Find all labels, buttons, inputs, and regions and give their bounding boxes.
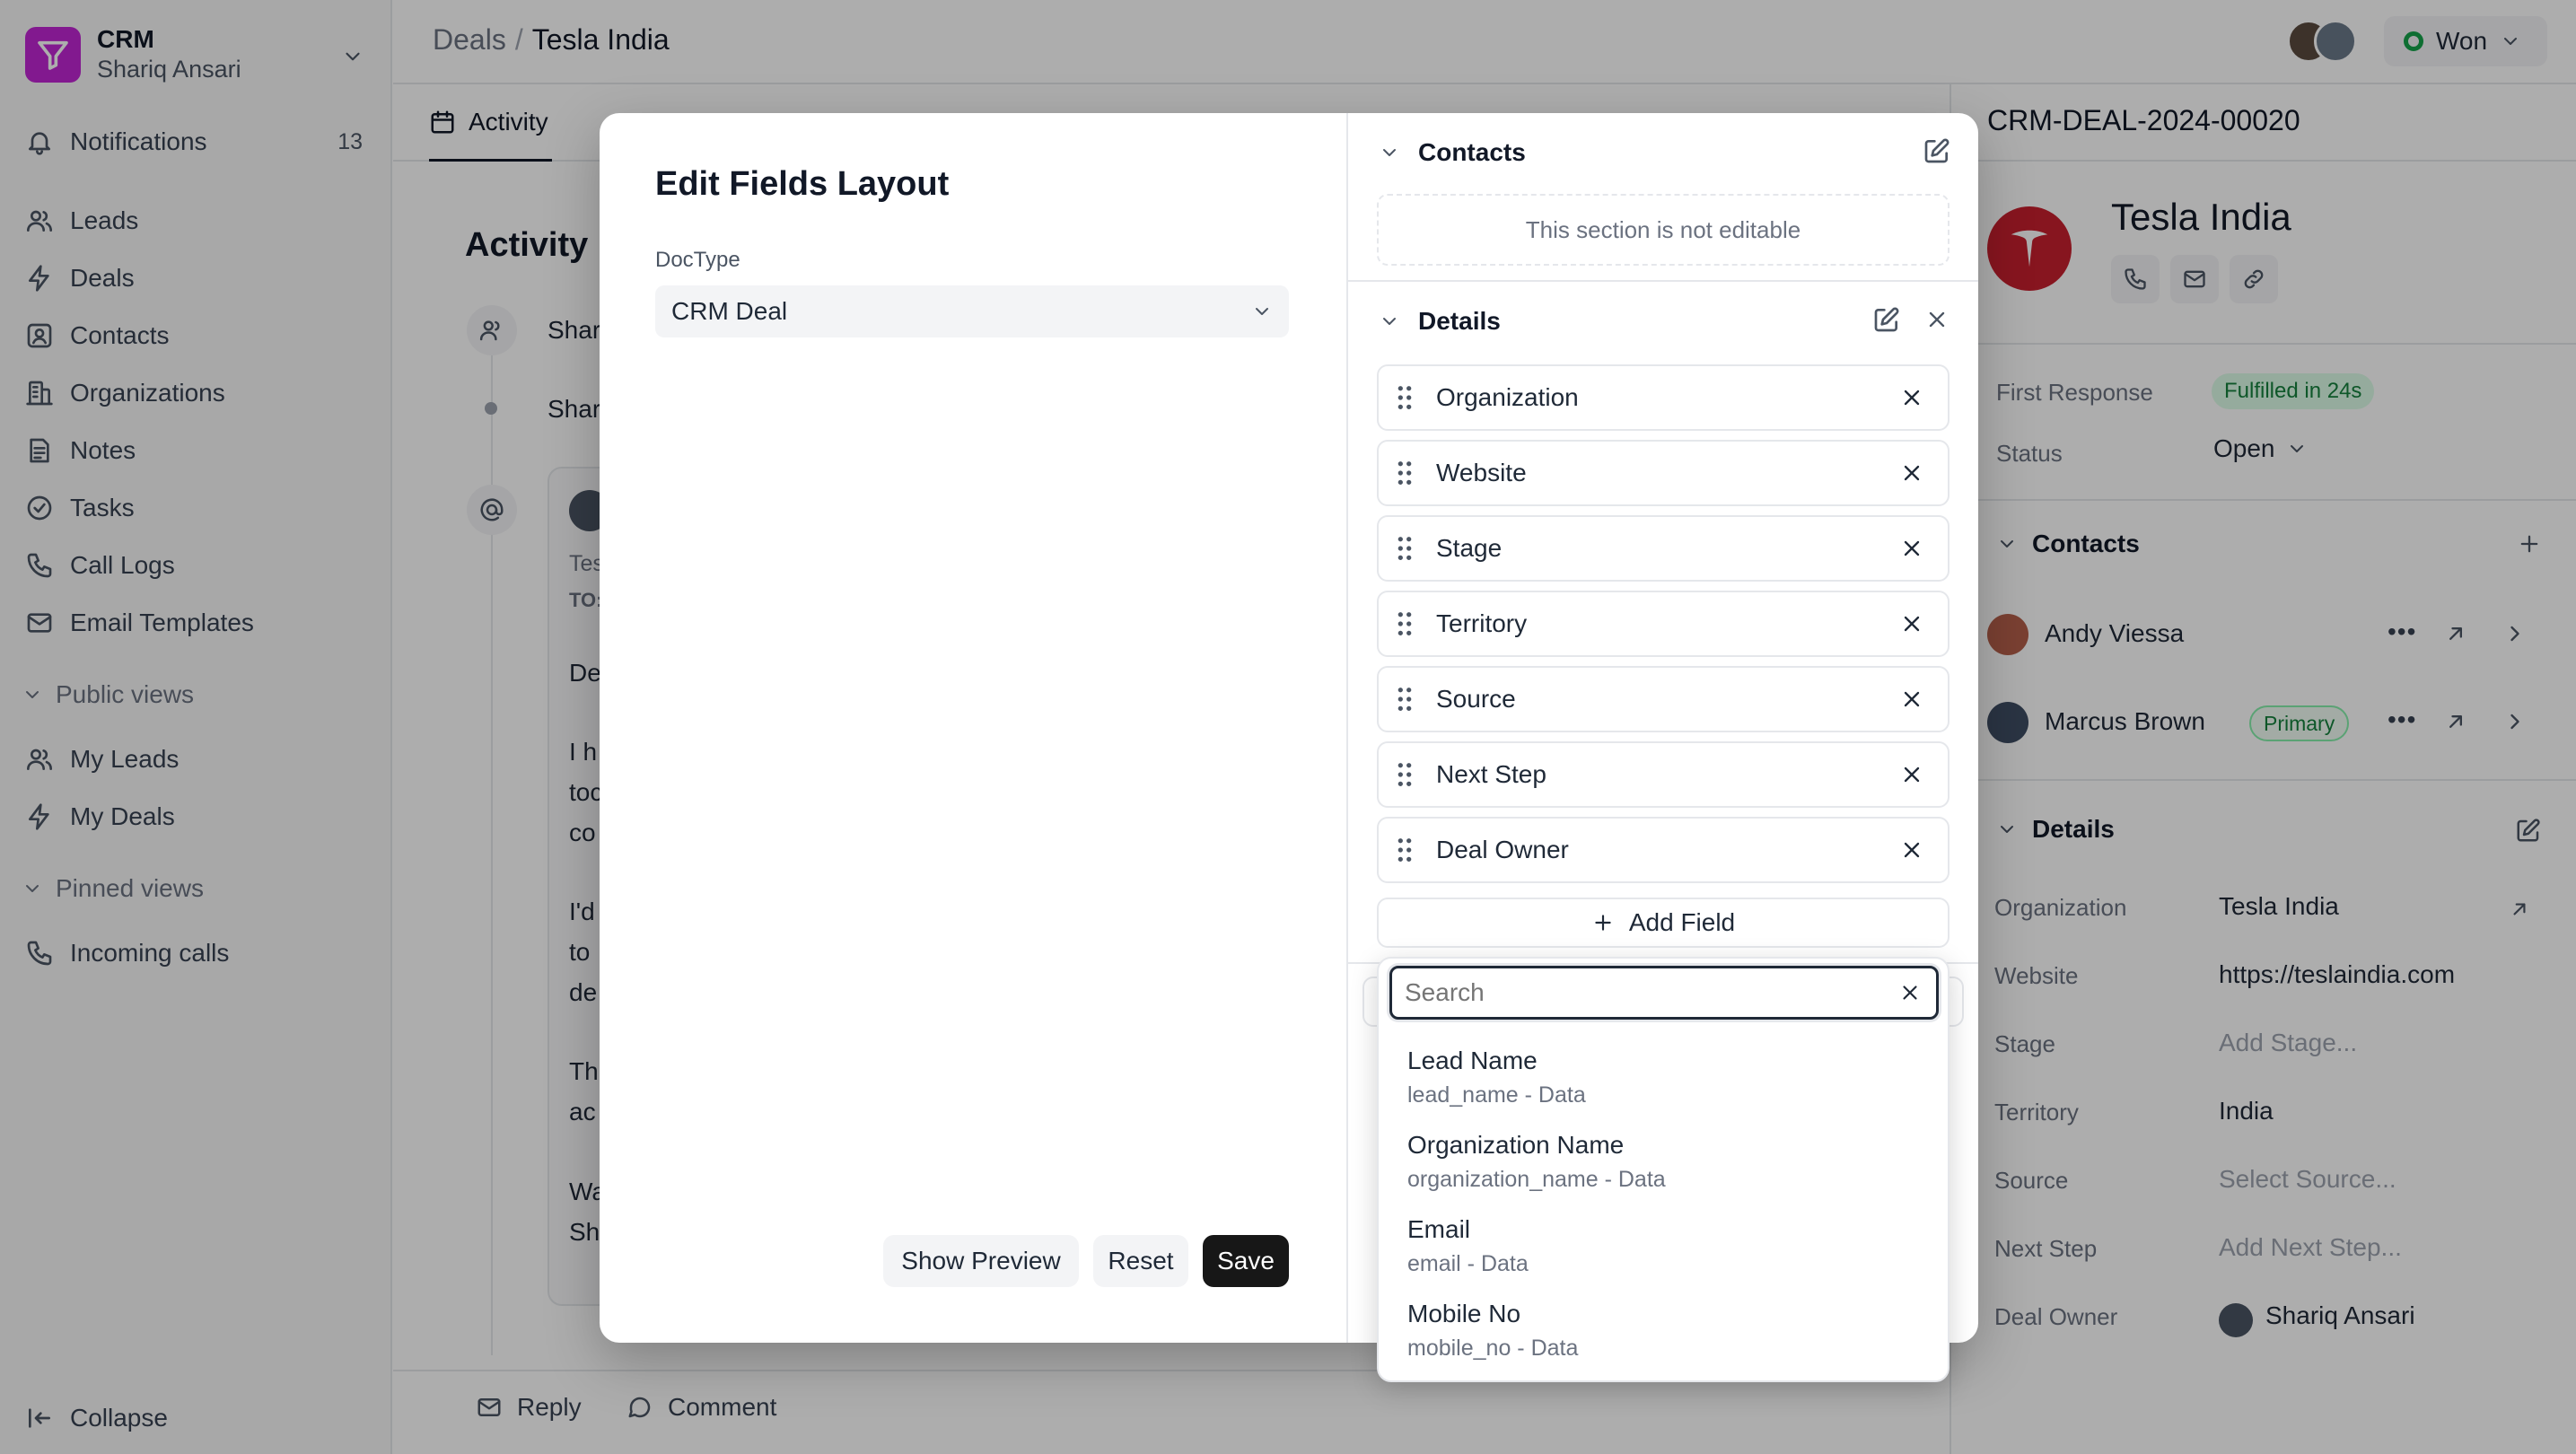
clear-search-icon[interactable] xyxy=(1898,981,1922,1004)
field-label: Next Step xyxy=(1436,760,1546,788)
field-row-next-step[interactable]: Next Step xyxy=(1377,741,1950,808)
field-option[interactable]: Organization Name organization_name - Da… xyxy=(1379,1124,1948,1204)
doctype-label: DocType xyxy=(655,248,740,272)
remove-field-icon[interactable] xyxy=(1899,762,1924,787)
field-label: Organization xyxy=(1436,383,1579,411)
add-field-label: Add Field xyxy=(1628,908,1736,936)
remove-field-icon[interactable] xyxy=(1899,611,1924,636)
drag-handle-icon[interactable] xyxy=(1395,686,1415,713)
not-editable-note: This section is not editable xyxy=(1377,194,1950,266)
field-row-stage[interactable]: Stage xyxy=(1377,515,1950,582)
drag-handle-icon[interactable] xyxy=(1395,610,1415,637)
field-label: Territory xyxy=(1436,609,1528,637)
option-label: Lead Name xyxy=(1407,1047,1538,1074)
option-meta: mobile_no - Data xyxy=(1407,1336,1579,1361)
modal-title: Edit Fields Layout xyxy=(655,165,950,203)
option-meta: organization_name - Data xyxy=(1407,1167,1666,1192)
section-divider xyxy=(1348,280,1978,282)
reset-button[interactable]: Reset xyxy=(1093,1235,1188,1287)
doctype-select[interactable]: CRM Deal xyxy=(655,285,1289,337)
field-search-input[interactable] xyxy=(1405,978,1898,1007)
option-meta: lead_name - Data xyxy=(1407,1082,1586,1108)
field-option[interactable]: Lead Name lead_name - Data xyxy=(1379,1039,1948,1120)
details-section-toggle[interactable]: Details xyxy=(1379,307,1501,336)
add-field-button[interactable]: Add Field xyxy=(1377,898,1950,948)
show-preview-button[interactable]: Show Preview xyxy=(883,1235,1079,1287)
field-row-website[interactable]: Website xyxy=(1377,440,1950,506)
remove-field-icon[interactable] xyxy=(1899,385,1924,410)
edit-icon[interactable] xyxy=(1923,136,1951,165)
chevron-down-icon xyxy=(1383,149,1396,156)
plus-icon xyxy=(1595,915,1611,931)
chevron-down-icon xyxy=(1383,318,1396,325)
field-search-box[interactable] xyxy=(1389,966,1939,1020)
field-row-deal-owner[interactable]: Deal Owner xyxy=(1377,817,1950,883)
option-label: Organization Name xyxy=(1407,1131,1625,1159)
option-meta: email - Data xyxy=(1407,1251,1529,1276)
doctype-value: CRM Deal xyxy=(671,297,788,325)
drag-handle-icon[interactable] xyxy=(1395,460,1415,486)
save-button[interactable]: Save xyxy=(1203,1235,1289,1287)
field-row-territory[interactable]: Territory xyxy=(1377,591,1950,657)
field-row-source[interactable]: Source xyxy=(1377,666,1950,732)
field-row-organization[interactable]: Organization xyxy=(1377,364,1950,431)
details-section-title: Details xyxy=(1418,307,1501,335)
contacts-section-toggle[interactable]: Contacts xyxy=(1379,138,1526,167)
drag-handle-icon[interactable] xyxy=(1395,836,1415,863)
remove-field-icon[interactable] xyxy=(1899,460,1924,486)
field-option[interactable]: Mobile No mobile_no - Data xyxy=(1379,1292,1948,1373)
chevron-down-icon xyxy=(1256,308,1268,315)
edit-icon[interactable] xyxy=(1872,305,1901,334)
field-label: Stage xyxy=(1436,534,1503,562)
remove-field-icon[interactable] xyxy=(1899,536,1924,561)
field-label: Website xyxy=(1436,459,1527,486)
field-picker-dropdown: Lead Name lead_name - Data Organization … xyxy=(1377,957,1950,1382)
contacts-section-title: Contacts xyxy=(1418,138,1526,166)
remove-field-icon[interactable] xyxy=(1899,687,1924,712)
drag-handle-icon[interactable] xyxy=(1395,535,1415,562)
modal-settings-pane: Edit Fields Layout DocType CRM Deal Show… xyxy=(600,113,1346,1343)
field-option[interactable]: Email email - Data xyxy=(1379,1208,1948,1289)
close-icon[interactable] xyxy=(1924,307,1950,332)
option-label: Email xyxy=(1407,1215,1471,1243)
field-label: Source xyxy=(1436,685,1516,713)
drag-handle-icon[interactable] xyxy=(1395,384,1415,411)
field-label: Deal Owner xyxy=(1436,836,1569,863)
remove-field-icon[interactable] xyxy=(1899,837,1924,863)
option-label: Mobile No xyxy=(1407,1300,1521,1327)
drag-handle-icon[interactable] xyxy=(1395,761,1415,788)
modal-divider xyxy=(1346,113,1348,1343)
